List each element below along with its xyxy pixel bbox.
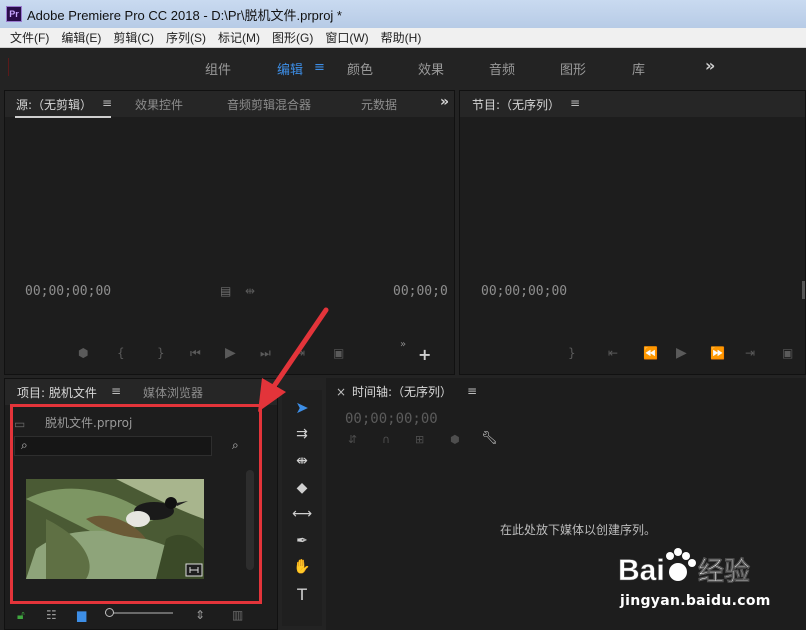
baidu-jingyan-logo: Bai 经验 (618, 548, 750, 587)
annotation-arrow (258, 307, 329, 412)
svg-text:Bai: Bai (618, 554, 665, 587)
watermark-url: jingyan.baidu.com (620, 593, 771, 609)
premiere-window: Pr Adobe Premiere Pro CC 2018 - D:\Pr\脱机… (0, 0, 806, 630)
svg-text:经验: 经验 (698, 556, 750, 587)
